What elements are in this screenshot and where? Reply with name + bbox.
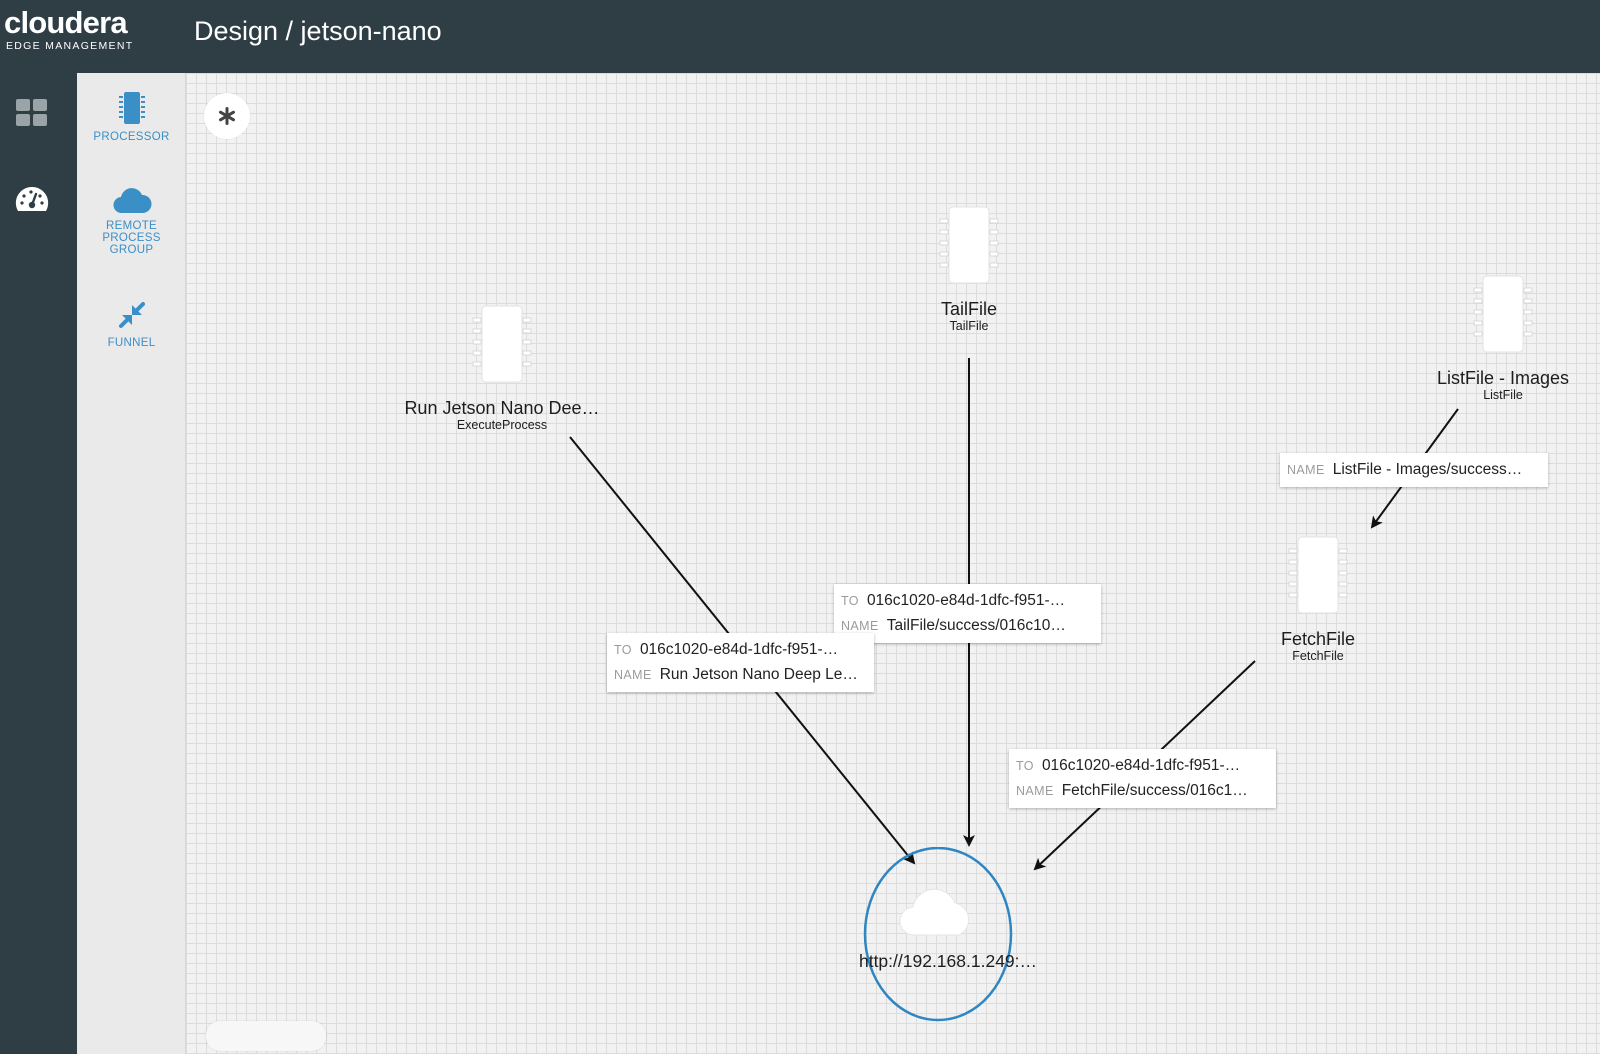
processor-type: ExecuteProcess <box>456 418 548 432</box>
app-header: cloudera EDGE MANAGEMENT Design / jetson… <box>0 0 1600 73</box>
connection-to-key: TO <box>1016 759 1034 773</box>
logo-subtitle: EDGE MANAGEMENT <box>6 40 134 52</box>
processor-type: FetchFile <box>1292 649 1344 663</box>
connection-label-jetson[interactable]: TO 016c1020-e84d-1dfc-f951-… NAME Run Jets… <box>607 633 874 692</box>
palette-remote-process-group[interactable]: REMOTE PROCESS GROUP <box>77 186 186 256</box>
asterisk-icon <box>219 107 235 125</box>
palette-funnel-label: FUNNEL <box>107 337 156 349</box>
processor-chip-icon <box>939 206 999 284</box>
add-label-button[interactable] <box>204 93 250 139</box>
logo-wordmark: cloudera <box>4 5 128 40</box>
cloud-icon <box>112 188 152 214</box>
processor-name: Run Jetson Nano Dee… <box>404 398 600 418</box>
processor-run-jetson[interactable]: Run Jetson Nano Dee… ExecuteProcess <box>397 304 607 432</box>
processor-chip-icon <box>1288 536 1348 614</box>
page-title: Design / jetson-nano <box>194 16 442 46</box>
connection-to-key: TO <box>841 594 859 608</box>
connection-name-key: NAME <box>614 668 652 682</box>
connection-name-key: NAME <box>1287 463 1325 477</box>
processor-listfile-images[interactable]: ListFile - Images ListFile <box>1403 274 1600 402</box>
connection-name-value: TailFile/success/016c10… <box>886 617 1066 634</box>
cloud-icon <box>899 888 970 936</box>
processor-chip-icon <box>1473 275 1533 353</box>
flow-canvas[interactable]: TailFile TailFile Run Jetson Nano Dee… E… <box>186 73 1600 1054</box>
connection-name-value: FetchFile/success/016c1… <box>1061 782 1248 799</box>
connection-to-value: 016c1020-e84d-1dfc-f951-… <box>639 641 839 658</box>
nav-monitor-button[interactable] <box>12 181 52 221</box>
component-palette: PROCESSOR REMOTE PROCESS GROUP FUNNEL <box>77 73 186 1054</box>
connection-name-value: ListFile - Images/success… <box>1332 461 1523 478</box>
connection-name-value: Run Jetson Nano Deep Le… <box>659 666 858 683</box>
connection-label-tailfile[interactable]: TO 016c1020-e84d-1dfc-f951-… NAME TailFile… <box>834 584 1101 643</box>
processor-type: ListFile <box>1483 388 1523 402</box>
processor-name: ListFile - Images <box>1436 368 1570 388</box>
connection-label-fetchfile[interactable]: TO 016c1020-e84d-1dfc-f951-… NAME FetchFil… <box>1009 749 1276 808</box>
processor-type: TailFile <box>949 319 989 333</box>
palette-funnel[interactable]: FUNNEL <box>77 299 186 349</box>
rpg-url: http://192.168.1.249:… <box>858 951 1038 971</box>
connection-to-value: 016c1020-e84d-1dfc-f951-… <box>866 592 1066 609</box>
palette-processor-label: PROCESSOR <box>93 131 170 143</box>
connection-label-listfile[interactable]: NAME ListFile - Images/success… <box>1280 453 1548 487</box>
connection-to-value: 016c1020-e84d-1dfc-f951-… <box>1041 757 1241 774</box>
remote-process-group[interactable]: http://192.168.1.249:… <box>859 847 1037 1025</box>
processor-name: TailFile <box>940 299 997 319</box>
main-nav <box>0 73 77 1054</box>
palette-processor[interactable]: PROCESSOR <box>77 91 186 143</box>
processor-chip-icon <box>472 305 532 383</box>
processor-tailfile[interactable]: TailFile TailFile <box>869 205 1069 333</box>
connection-name-key: NAME <box>1016 784 1054 798</box>
dashboard-grid-icon <box>16 99 47 126</box>
funnel-arrows-icon <box>118 302 145 328</box>
processor-name: FetchFile <box>1280 629 1356 649</box>
connection-to-key: TO <box>614 643 632 657</box>
processor-chip-icon <box>118 92 145 124</box>
palette-rpg-label: REMOTE PROCESS GROUP <box>102 220 161 256</box>
nav-dashboard-button[interactable] <box>12 93 52 133</box>
speedometer-icon <box>15 186 49 211</box>
canvas-bottom-control[interactable] <box>206 1021 326 1051</box>
processor-fetchfile[interactable]: FetchFile FetchFile <box>1218 535 1418 663</box>
cloudera-logo[interactable]: cloudera EDGE MANAGEMENT <box>4 5 134 53</box>
